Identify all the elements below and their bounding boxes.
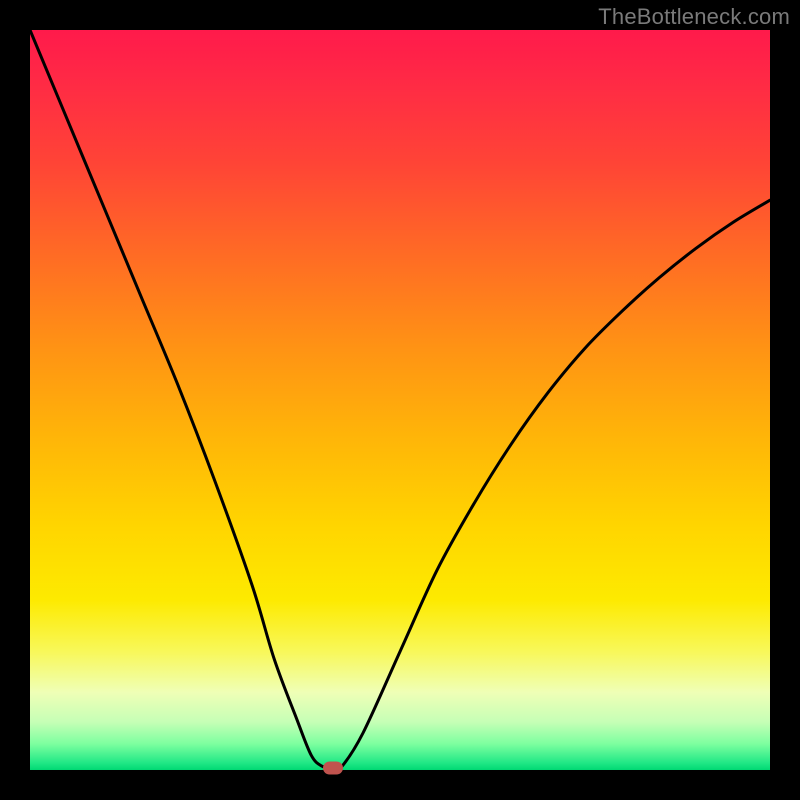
bottleneck-curve — [30, 30, 770, 770]
plot-area — [30, 30, 770, 770]
watermark-text: TheBottleneck.com — [598, 4, 790, 30]
chart-frame: TheBottleneck.com — [0, 0, 800, 800]
optimal-point-marker — [323, 761, 343, 774]
